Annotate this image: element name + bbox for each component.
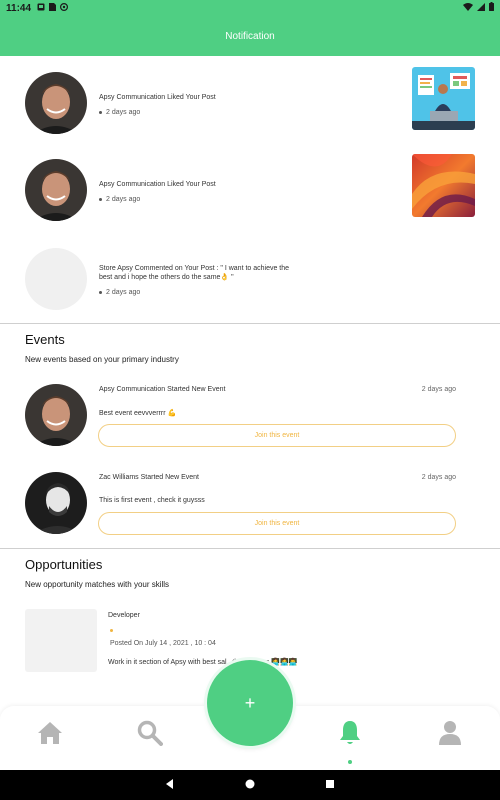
app-bar: Notification xyxy=(0,16,500,56)
post-thumbnail[interactable] xyxy=(412,67,475,130)
recents-icon[interactable] xyxy=(325,776,335,794)
bullet-dot xyxy=(110,629,113,632)
avatar xyxy=(25,472,87,534)
nav-profile[interactable] xyxy=(435,720,465,750)
home-icon xyxy=(37,721,63,750)
event-time: 2 days ago xyxy=(421,474,456,481)
post-thumbnail[interactable] xyxy=(412,154,475,217)
page-title: Notification xyxy=(225,30,275,42)
nav-notifications[interactable] xyxy=(335,720,365,750)
bullet-dot xyxy=(99,198,102,201)
notification-time-text: 2 days ago xyxy=(106,196,141,203)
notification-text: Apsy Communication Liked Your Post xyxy=(99,94,216,101)
divider xyxy=(0,323,500,324)
nav-home[interactable] xyxy=(35,720,65,750)
profile-icon xyxy=(438,720,462,751)
event-description: This is first event , check it guysss xyxy=(99,497,205,504)
avatar xyxy=(25,72,87,134)
bullet-dot xyxy=(99,111,102,114)
signal-icon xyxy=(477,2,485,14)
active-nav-indicator xyxy=(348,760,352,764)
notification-time: 2 days ago xyxy=(99,196,140,203)
avatar xyxy=(25,384,87,446)
opportunity-posted-date: Posted On July 14 , 2021 , 10 : 04 xyxy=(110,640,216,647)
opportunities-subtitle: New opportunity matches with your skills xyxy=(25,580,170,589)
plus-icon: + xyxy=(244,692,256,713)
back-icon[interactable] xyxy=(165,776,175,794)
wifi-icon xyxy=(463,2,473,14)
avatar xyxy=(25,159,87,221)
join-event-button[interactable]: Join this event xyxy=(98,424,456,447)
battery-icon xyxy=(489,2,494,14)
notification-item[interactable]: Apsy Communication Liked Your Post 2 day… xyxy=(0,66,500,146)
notification-time: 2 days ago xyxy=(99,289,140,296)
opportunity-title: Developer xyxy=(108,612,140,619)
nav-search[interactable] xyxy=(135,720,165,750)
add-button[interactable]: + xyxy=(207,660,293,746)
home-circle-icon[interactable] xyxy=(245,776,255,794)
event-description: Best event eevvverrrr 💪 xyxy=(99,410,177,417)
opportunities-title: Opportunities xyxy=(25,557,103,572)
image-status-icon xyxy=(37,3,45,14)
notification-feed[interactable]: Apsy Communication Liked Your Post 2 day… xyxy=(0,56,500,672)
event-title: Apsy Communication Started New Event xyxy=(99,386,226,393)
events-title: Events xyxy=(25,332,65,347)
notification-text: Apsy Communication Liked Your Post xyxy=(99,181,216,188)
notification-text: Store Apsy Commented on Your Post : " I … xyxy=(99,265,290,281)
divider xyxy=(0,548,500,549)
opportunity-image xyxy=(25,609,97,672)
search-icon xyxy=(137,720,163,751)
notification-time-text: 2 days ago xyxy=(106,289,141,296)
bell-icon xyxy=(338,720,362,751)
notification-item[interactable]: Store Apsy Commented on Your Post : " I … xyxy=(0,240,500,320)
event-title: Zac Williams Started New Event xyxy=(99,474,199,481)
sync-status-icon xyxy=(60,2,69,14)
avatar xyxy=(25,248,87,310)
join-event-button[interactable]: Join this event xyxy=(98,512,456,535)
notification-time-text: 2 days ago xyxy=(106,109,141,116)
sim-status-icon xyxy=(49,2,57,14)
bullet-dot xyxy=(99,291,102,294)
notification-time: 2 days ago xyxy=(99,109,140,116)
status-bar: 11:44 xyxy=(0,0,500,16)
system-navigation-bar xyxy=(0,770,500,800)
notification-item[interactable]: Apsy Communication Liked Your Post 2 day… xyxy=(0,153,500,233)
events-subtitle: New events based on your primary industr… xyxy=(25,355,179,364)
status-time: 11:44 xyxy=(6,2,32,14)
event-time: 2 days ago xyxy=(421,386,456,393)
